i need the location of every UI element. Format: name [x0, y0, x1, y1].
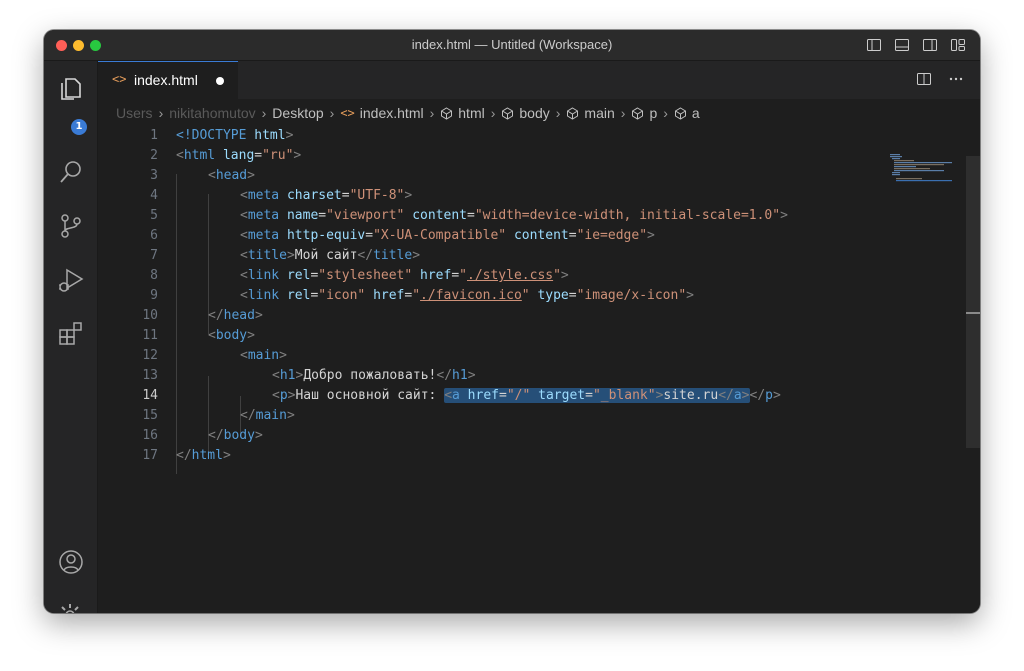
- settings-gear-icon[interactable]: [56, 601, 86, 613]
- code-line: 2 <html lang="ru">: [150, 148, 302, 163]
- run-debug-icon[interactable]: [56, 265, 86, 295]
- breadcrumb-html[interactable]: html: [440, 105, 485, 121]
- breadcrumb-p[interactable]: p: [631, 105, 657, 121]
- account-icon[interactable]: [56, 547, 86, 577]
- breadcrumb-a[interactable]: a: [674, 105, 700, 121]
- symbol-element-icon: [632, 106, 644, 120]
- code-line: 3 <head>: [150, 168, 255, 183]
- more-actions-icon[interactable]: [948, 71, 964, 90]
- breadcrumb-body[interactable]: body: [501, 105, 550, 121]
- tab-index-html[interactable]: <> index.html: [98, 61, 238, 100]
- code-line: 4 <meta charset="UTF-8">: [150, 188, 413, 203]
- extensions-icon[interactable]: [56, 319, 86, 349]
- symbol-element-icon: [674, 106, 686, 120]
- text-selection[interactable]: <a href="/" target="_blank">site.ru</a>: [444, 388, 750, 403]
- toggle-secondary-sidebar-icon[interactable]: [922, 37, 938, 53]
- minimap[interactable]: [890, 154, 954, 184]
- tab-bar: <> index.html: [98, 61, 980, 100]
- code-line-current: 14 <p>Наш основной сайт: <a href="/" targ…: [142, 388, 781, 403]
- toggle-panel-icon[interactable]: [894, 37, 910, 53]
- code-line: 11 <body>: [142, 328, 255, 343]
- tab-label: index.html: [134, 72, 198, 88]
- breadcrumb-desktop[interactable]: Desktop: [272, 105, 323, 121]
- scrollbar-cursor-marker: [966, 312, 980, 314]
- symbol-element-icon: [502, 106, 514, 120]
- code-line: 10 </head>: [142, 308, 263, 323]
- source-control-icon[interactable]: [56, 211, 86, 241]
- code-line: 15 </main>: [142, 408, 295, 423]
- activity-bar: 1: [44, 61, 98, 613]
- link-favicon-path[interactable]: ./favicon.ico: [420, 288, 522, 303]
- breadcrumb-users[interactable]: Users: [116, 105, 153, 121]
- toggle-primary-sidebar-icon[interactable]: [866, 37, 882, 53]
- link-stylesheet-path[interactable]: ./style.css: [467, 268, 553, 283]
- search-icon[interactable]: [56, 157, 86, 187]
- symbol-element-icon: [441, 106, 453, 120]
- files-icon[interactable]: [56, 73, 86, 103]
- explorer-badge: 1: [71, 119, 87, 135]
- code-line: 1 <!DOCTYPE html>: [150, 128, 294, 143]
- html-file-icon: <>: [340, 106, 355, 120]
- breadcrumb-file[interactable]: <> index.html: [340, 105, 423, 121]
- vertical-scrollbar[interactable]: [966, 156, 980, 448]
- code-editor[interactable]: 1 <!DOCTYPE html> 2 <html lang="ru"> 3 <hea…: [98, 126, 980, 613]
- code-line: 9 <link rel="icon" href="./favicon.ico" t…: [150, 288, 694, 303]
- code-line: 7 <title>Мой сайт</title>: [150, 248, 421, 263]
- html-file-icon: <>: [112, 72, 127, 86]
- code-line: 13 <h1>Добро пожаловать!</h1>: [142, 368, 476, 383]
- breadcrumb: Users › nikitahomutov › Desktop › <> inde…: [98, 100, 980, 126]
- title-bar: index.html — Untitled (Workspace): [44, 30, 980, 61]
- split-editor-icon[interactable]: [916, 71, 932, 90]
- symbol-element-icon: [567, 106, 579, 120]
- vscode-window: index.html — Untitled (Workspace) 1 <> i…: [44, 30, 980, 613]
- code-line: 12 <main>: [142, 348, 287, 363]
- code-line: 16 </body>: [142, 428, 263, 443]
- window-title: index.html — Untitled (Workspace): [411, 37, 613, 52]
- code-line: 5 <meta name="viewport" content="width=de…: [150, 208, 788, 223]
- unsaved-dot-icon[interactable]: [216, 77, 224, 85]
- code-line: 6 <meta http-equiv="X-UA-Compatible" cont…: [150, 228, 655, 243]
- breadcrumb-user[interactable]: nikitahomutov: [169, 105, 255, 121]
- code-line: 17 </html>: [142, 448, 231, 463]
- customize-layout-icon[interactable]: [950, 37, 966, 53]
- code-line: 8 <link rel="stylesheet" href="./style.cs…: [150, 268, 569, 283]
- breadcrumb-main[interactable]: main: [566, 105, 615, 121]
